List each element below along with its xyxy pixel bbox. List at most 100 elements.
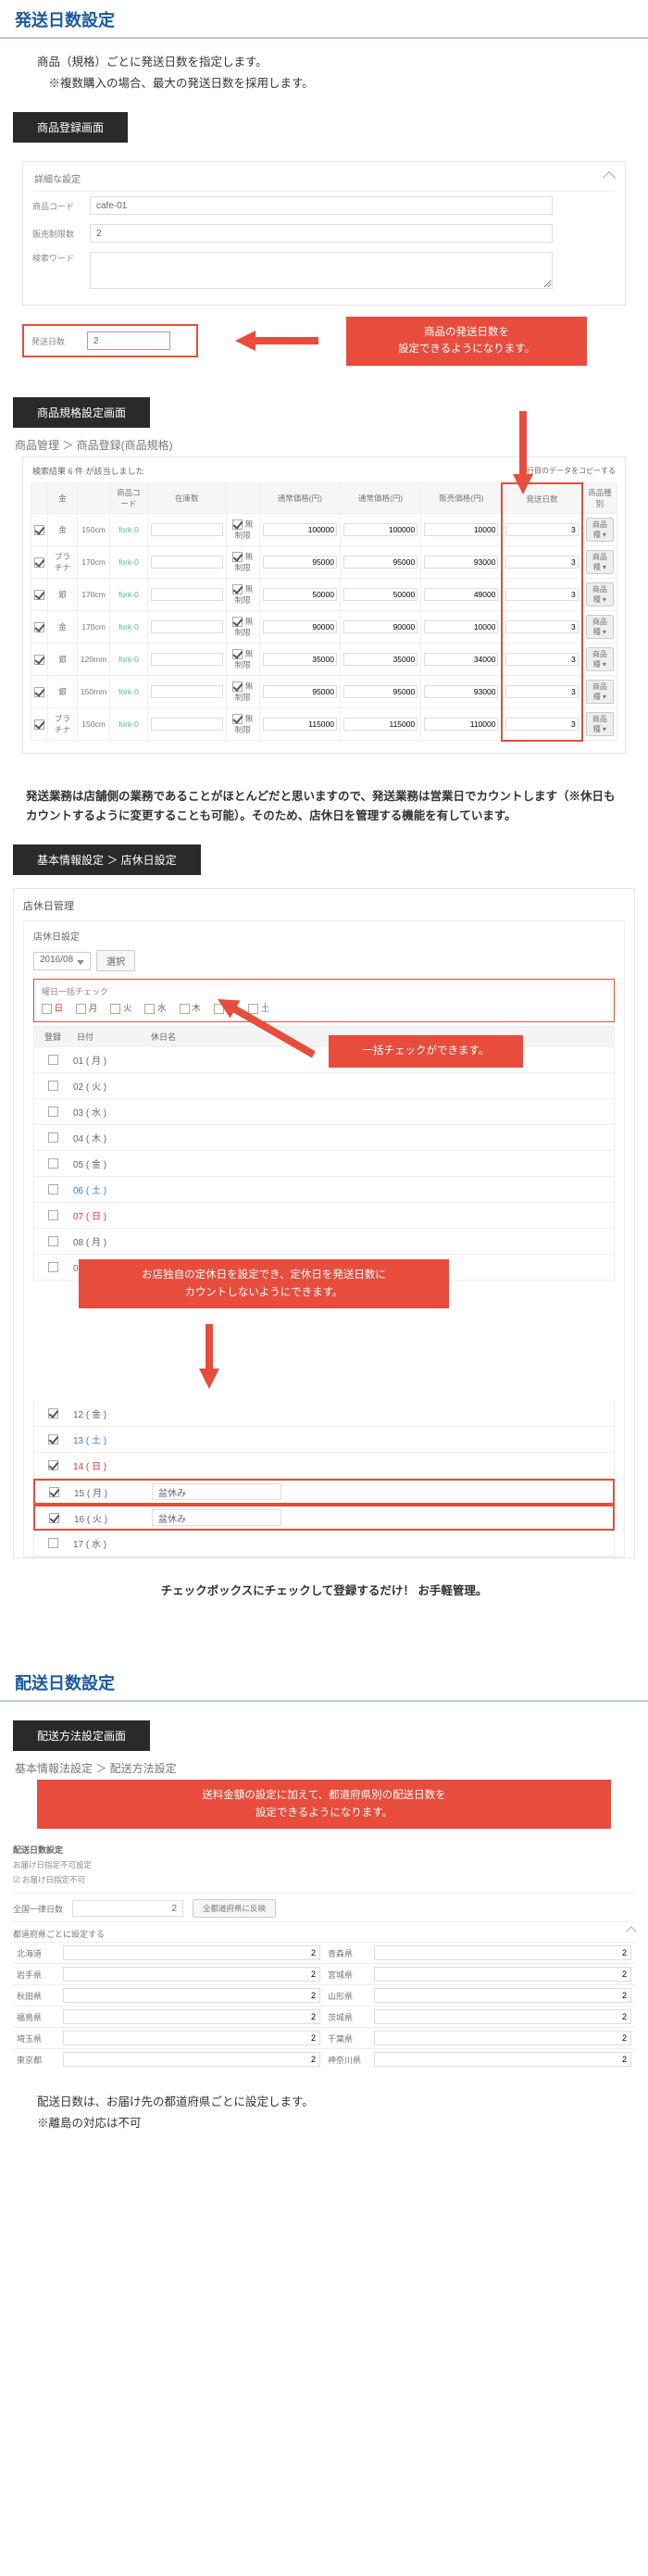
holiday-checkbox[interactable] bbox=[48, 1132, 58, 1143]
pref-days-input[interactable] bbox=[63, 1945, 320, 1960]
unlimited-checkbox[interactable]: 無制限 bbox=[232, 584, 253, 605]
stock-input[interactable] bbox=[151, 718, 223, 731]
holiday-checkbox[interactable] bbox=[48, 1408, 58, 1419]
pref-days-input[interactable] bbox=[374, 1988, 631, 2003]
stock-input[interactable] bbox=[151, 620, 223, 633]
stock-input[interactable] bbox=[151, 685, 223, 698]
holiday-checkbox[interactable] bbox=[48, 1236, 58, 1246]
price-input[interactable] bbox=[263, 685, 337, 698]
price-input[interactable] bbox=[424, 718, 498, 731]
holiday-checkbox[interactable] bbox=[48, 1107, 58, 1117]
chevron-up-icon[interactable] bbox=[603, 171, 616, 184]
days-input[interactable] bbox=[505, 588, 578, 601]
type-button[interactable]: 商品種 ▾ bbox=[586, 615, 614, 639]
unlimited-checkbox[interactable]: 無制限 bbox=[232, 682, 253, 702]
weekday-checkbox[interactable]: 日 bbox=[42, 1001, 63, 1014]
holiday-checkbox[interactable] bbox=[49, 1487, 59, 1497]
unlimited-checkbox[interactable]: 無制限 bbox=[232, 649, 253, 669]
price-input[interactable] bbox=[343, 523, 417, 536]
price-input[interactable] bbox=[424, 523, 498, 536]
pref-days-input[interactable] bbox=[63, 2031, 320, 2045]
apply-all-pref-button[interactable]: 全都道府県に反映 bbox=[193, 1899, 276, 1918]
price-input[interactable] bbox=[263, 620, 337, 633]
pref-days-input[interactable] bbox=[374, 2009, 631, 2024]
holiday-checkbox[interactable] bbox=[48, 1538, 58, 1548]
input-nationwide-days[interactable] bbox=[72, 1900, 183, 1917]
weekday-checkbox[interactable]: 火 bbox=[110, 1001, 131, 1014]
price-input[interactable] bbox=[343, 620, 417, 633]
days-input[interactable] bbox=[505, 685, 578, 698]
input-keyword[interactable] bbox=[90, 252, 553, 289]
type-button[interactable]: 商品種 ▾ bbox=[586, 518, 614, 542]
stock-input[interactable] bbox=[151, 556, 223, 569]
holiday-name-input[interactable] bbox=[152, 1483, 281, 1500]
days-input[interactable] bbox=[505, 653, 578, 666]
row-checkbox[interactable] bbox=[34, 719, 44, 730]
weekday-checkbox[interactable]: 木 bbox=[180, 1001, 201, 1014]
price-input[interactable] bbox=[343, 588, 417, 601]
price-input[interactable] bbox=[263, 653, 337, 666]
price-input[interactable] bbox=[343, 653, 417, 666]
holiday-checkbox[interactable] bbox=[48, 1434, 58, 1444]
type-button[interactable]: 商品種 ▾ bbox=[586, 712, 614, 736]
price-input[interactable] bbox=[343, 685, 417, 698]
pref-days-input[interactable] bbox=[374, 2052, 631, 2067]
type-button[interactable]: 商品種 ▾ bbox=[586, 582, 614, 606]
row-checkbox[interactable] bbox=[34, 525, 44, 535]
days-input[interactable] bbox=[505, 620, 578, 633]
row-checkbox[interactable] bbox=[34, 622, 44, 632]
stock-input[interactable] bbox=[151, 588, 223, 601]
pref-days-input[interactable] bbox=[374, 1945, 631, 1960]
pref-days-input[interactable] bbox=[63, 2009, 320, 2024]
holiday-checkbox[interactable] bbox=[48, 1184, 58, 1194]
unlimited-checkbox[interactable]: 無制限 bbox=[232, 519, 253, 540]
price-input[interactable] bbox=[424, 685, 498, 698]
row-checkbox[interactable] bbox=[34, 590, 44, 600]
pref-days-input[interactable] bbox=[374, 2031, 631, 2045]
pref-days-input[interactable] bbox=[374, 1967, 631, 1982]
price-input[interactable] bbox=[263, 556, 337, 569]
pref-days-input[interactable] bbox=[63, 2052, 320, 2067]
holiday-name-input[interactable] bbox=[152, 1509, 281, 1526]
type-button[interactable]: 商品種 ▾ bbox=[586, 647, 614, 671]
price-input[interactable] bbox=[424, 653, 498, 666]
weekday-checkbox[interactable]: 月 bbox=[76, 1001, 97, 1014]
price-input[interactable] bbox=[343, 556, 417, 569]
input-sales-limit[interactable] bbox=[90, 224, 553, 243]
holiday-checkbox[interactable] bbox=[48, 1081, 58, 1091]
price-input[interactable] bbox=[424, 588, 498, 601]
price-input[interactable] bbox=[343, 718, 417, 731]
days-input[interactable] bbox=[505, 718, 578, 731]
pref-days-input[interactable] bbox=[63, 1967, 320, 1982]
price-input[interactable] bbox=[263, 523, 337, 536]
month-apply-button[interactable]: 選択 bbox=[96, 950, 135, 971]
holiday-checkbox[interactable] bbox=[48, 1210, 58, 1220]
type-button[interactable]: 商品種 ▾ bbox=[586, 680, 614, 704]
holiday-checkbox[interactable] bbox=[48, 1460, 58, 1470]
type-button[interactable]: 商品種 ▾ bbox=[586, 550, 614, 574]
holiday-checkbox[interactable] bbox=[48, 1158, 58, 1169]
holiday-checkbox[interactable] bbox=[48, 1262, 58, 1272]
holiday-checkbox[interactable] bbox=[49, 1513, 59, 1523]
row-checkbox[interactable] bbox=[34, 687, 44, 697]
price-input[interactable] bbox=[263, 588, 337, 601]
stock-input[interactable] bbox=[151, 653, 223, 666]
days-input[interactable] bbox=[505, 556, 578, 569]
unlimited-checkbox[interactable]: 無制限 bbox=[232, 617, 253, 637]
price-input[interactable] bbox=[424, 556, 498, 569]
price-input[interactable] bbox=[424, 620, 498, 633]
input-shipping-days[interactable] bbox=[87, 331, 170, 350]
row-checkbox[interactable] bbox=[34, 557, 44, 568]
month-select[interactable]: 2016/08 bbox=[33, 952, 91, 970]
weekday-checkbox[interactable]: 水 bbox=[144, 1001, 166, 1014]
chevron-up-icon[interactable] bbox=[626, 1926, 636, 1936]
pref-days-input[interactable] bbox=[63, 1988, 320, 2003]
unlimited-checkbox[interactable]: 無制限 bbox=[232, 714, 253, 734]
unlimited-checkbox[interactable]: 無制限 bbox=[232, 552, 253, 572]
price-input[interactable] bbox=[263, 718, 337, 731]
row-checkbox[interactable] bbox=[34, 655, 44, 665]
stock-input[interactable] bbox=[151, 523, 223, 536]
holiday-checkbox[interactable] bbox=[48, 1055, 58, 1065]
spec-copy-note[interactable]: 1行目のデータをコピーする bbox=[523, 466, 616, 476]
days-input[interactable] bbox=[505, 523, 578, 536]
